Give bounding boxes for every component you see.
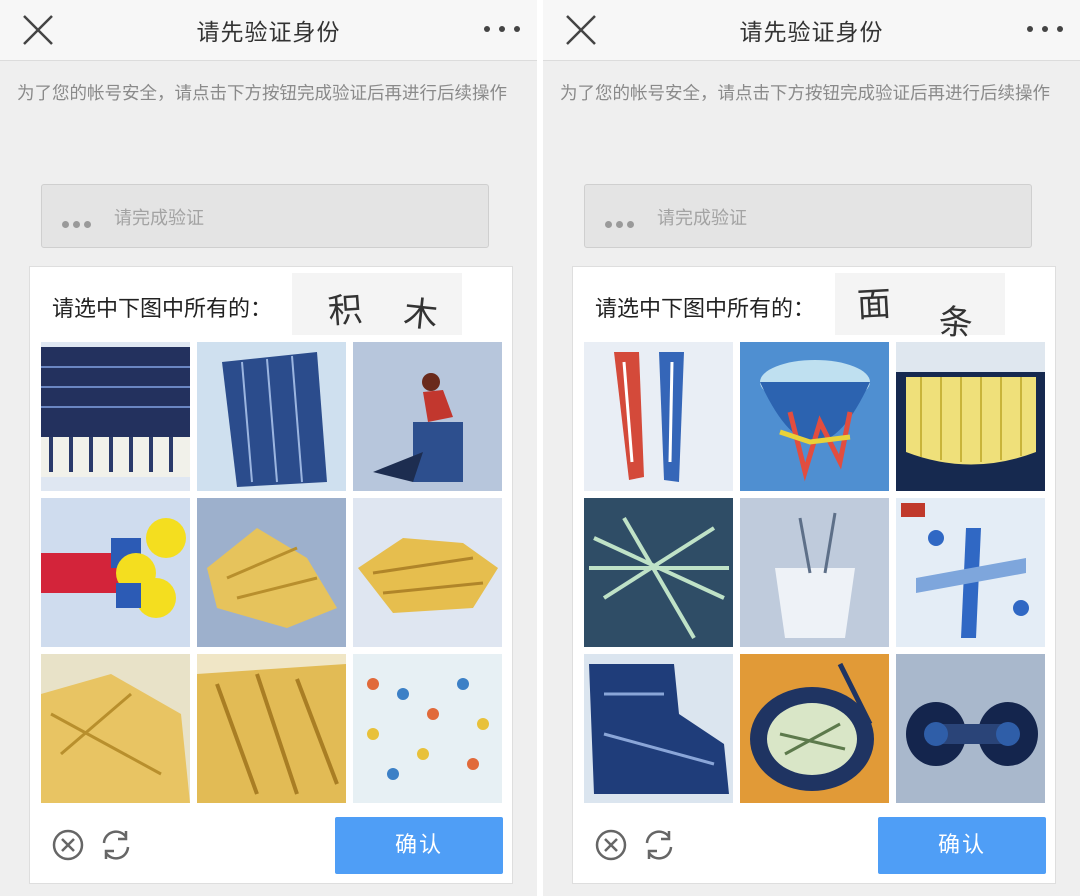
- captcha-box: 请选中下图中所有的： 面 条 确认: [572, 266, 1056, 884]
- target-word-image: 面 条: [835, 273, 1005, 344]
- security-notice: 为了您的帐号安全，请点击下方按钮完成验证后再进行后续操作: [560, 84, 1050, 104]
- captcha-tile-toy-plane[interactable]: [896, 498, 1045, 647]
- captcha-tile-noodles-yellow[interactable]: [896, 342, 1045, 491]
- verify-field[interactable]: 请完成验证: [41, 184, 489, 248]
- target-char: 积: [326, 289, 364, 333]
- circle-x-icon[interactable]: [593, 827, 629, 863]
- confirm-button[interactable]: 确认: [335, 817, 503, 874]
- loading-dots-icon: [62, 213, 95, 232]
- captcha-tile-blue-keyboard[interactable]: [41, 342, 190, 491]
- captcha-prompt: 请选中下图中所有的：: [595, 297, 816, 322]
- captcha-tile-chopsticks[interactable]: [584, 342, 733, 491]
- refresh-icon[interactable]: [641, 827, 677, 863]
- target-word-image: 积 木: [292, 273, 462, 337]
- captcha-tile-cup[interactable]: [740, 498, 889, 647]
- verify-status: 请完成验证: [114, 208, 204, 229]
- loading-dots-icon: [605, 213, 638, 232]
- circle-x-icon[interactable]: [50, 827, 86, 863]
- captcha-tile-person-on-blocks[interactable]: [353, 342, 502, 491]
- captcha-grid: [584, 342, 1046, 804]
- target-char: 条: [937, 301, 975, 345]
- captcha-tile-blue-shape[interactable]: [584, 654, 733, 803]
- more-dots-icon[interactable]: [481, 16, 523, 42]
- security-notice: 为了您的帐号安全，请点击下方按钮完成验证后再进行后续操作: [17, 84, 507, 104]
- captcha-tile-fries-pile[interactable]: [353, 498, 502, 647]
- captcha-box: 请选中下图中所有的： 积 木 确认: [29, 266, 513, 884]
- captcha-tile-fries-close[interactable]: [41, 654, 190, 803]
- captcha-tile-fries-heap[interactable]: [197, 654, 346, 803]
- captcha-tile-dark-objects[interactable]: [896, 654, 1045, 803]
- captcha-tile-colored-blocks[interactable]: [41, 498, 190, 647]
- confirm-button[interactable]: 确认: [878, 817, 1046, 874]
- top-bar: 请先验证身份: [0, 0, 537, 61]
- captcha-screen-right: 请先验证身份 为了您的帐号安全，请点击下方按钮完成验证后再进行后续操作 请完成验…: [543, 0, 1080, 896]
- more-dots-icon[interactable]: [1024, 16, 1066, 42]
- verify-field[interactable]: 请完成验证: [584, 184, 1032, 248]
- verify-status: 请完成验证: [657, 208, 747, 229]
- target-char: 木: [401, 293, 440, 337]
- captcha-tile-green-noodles[interactable]: [584, 498, 733, 647]
- captcha-grid: [41, 342, 503, 804]
- captcha-tile-blue-building[interactable]: [197, 342, 346, 491]
- captcha-tile-colorful-pattern[interactable]: [353, 654, 502, 803]
- captcha-screen-left: 请先验证身份 为了您的帐号安全，请点击下方按钮完成验证后再进行后续操作 请完成验…: [0, 0, 537, 896]
- captcha-tile-bowl-colored[interactable]: [740, 342, 889, 491]
- captcha-tile-noodle-bowl[interactable]: [740, 654, 889, 803]
- captcha-prompt: 请选中下图中所有的：: [52, 297, 273, 322]
- refresh-icon[interactable]: [98, 827, 134, 863]
- captcha-tile-fries[interactable]: [197, 498, 346, 647]
- target-char: 面: [856, 284, 893, 326]
- top-bar: 请先验证身份: [543, 0, 1080, 61]
- page-title: 请先验证身份: [739, 20, 884, 46]
- page-title: 请先验证身份: [196, 20, 341, 46]
